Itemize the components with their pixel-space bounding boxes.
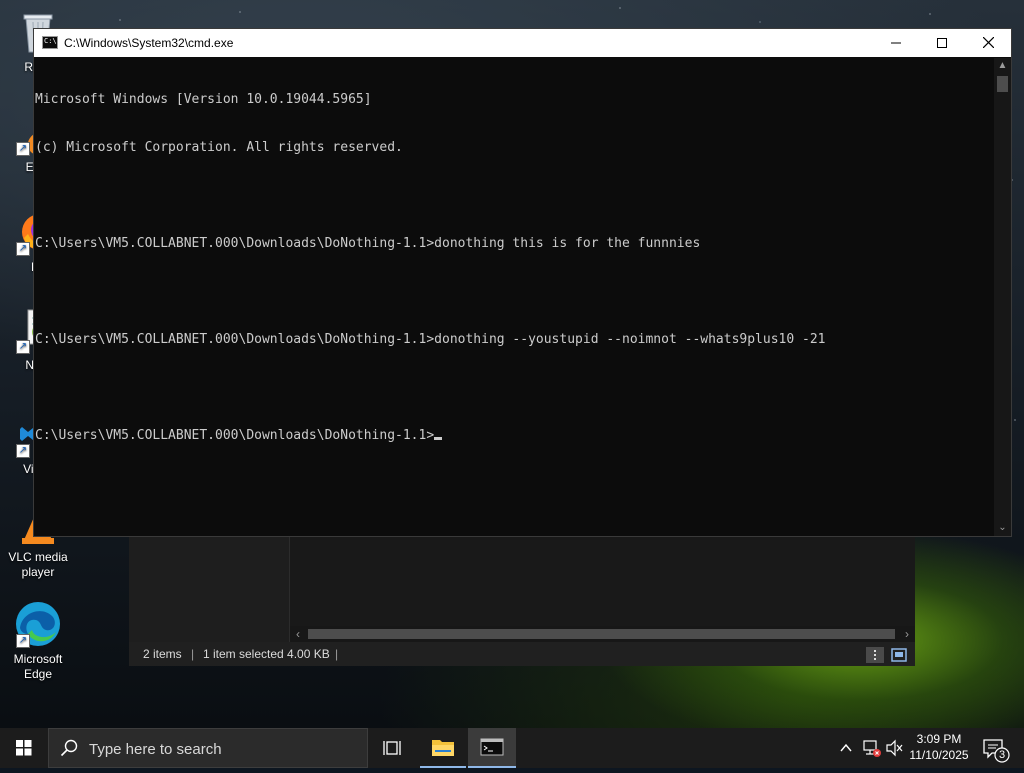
scroll-up-icon[interactable]: ▲ [994,58,1011,74]
close-button[interactable] [965,29,1011,57]
edge-icon: ↗ [14,600,62,648]
status-item-count: 2 items [143,647,182,661]
explorer-navigation-pane[interactable] [129,536,290,642]
shortcut-arrow-icon: ↗ [16,340,30,354]
console-line: (c) Microsoft Corporation. All rights re… [35,140,403,155]
scroll-left-icon[interactable]: ‹ [290,626,306,642]
clock-time: 3:09 PM [916,732,962,746]
explorer-status-bar: 2 items | 1 item selected 4.00 KB | [129,642,915,666]
status-separator: | [335,647,339,661]
console-line: C:\Users\VM5.COLLABNET.000\Downloads\DoN… [35,332,826,347]
status-separator: | [191,647,195,661]
action-center-button[interactable]: 3 [978,728,1020,768]
minimize-icon [891,42,901,44]
clock-date: 11/10/2025 [909,748,969,762]
scroll-down-icon[interactable]: ⌄ [994,520,1011,536]
task-view-icon [383,741,401,755]
network-disconnected-icon [863,740,881,757]
large-icons-view-button[interactable] [890,647,908,663]
maximize-button[interactable] [919,29,965,57]
scrollbar-thumb[interactable] [308,629,895,639]
scrollbar-thumb[interactable] [997,76,1008,92]
desktop-icon-label: Microsoft [13,652,63,666]
console-line: C:\Users\VM5.COLLABNET.000\Downloads\DoN… [35,236,701,251]
windows-logo-icon [16,740,32,756]
taskbar: 3:09 PM 11/10/2025 3 [0,728,1024,771]
search-input[interactable] [87,729,361,769]
desktop-icon-label: player [21,565,55,579]
text-cursor [434,437,443,440]
taskbar-search-box[interactable] [48,728,368,769]
explorer-file-list[interactable] [290,536,915,626]
shortcut-arrow-icon: ↗ [16,242,30,256]
console-vertical-scrollbar[interactable]: ▲ ⌄ [994,58,1011,536]
desktop-icon-label: Edge [23,667,53,681]
minimize-button[interactable] [873,29,919,57]
cmd-window[interactable]: C:\ C:\Windows\System32\cmd.exe Microsof… [33,28,1012,537]
volume-muted-icon [886,739,903,757]
console-prompt: C:\Users\VM5.COLLABNET.000\Downloads\DoN… [35,428,435,443]
details-view-button[interactable] [866,647,884,663]
cmd-title-bar[interactable]: C:\ C:\Windows\System32\cmd.exe [34,29,1011,57]
console-output[interactable]: Microsoft Windows [Version 10.0.19044.59… [34,58,997,536]
explorer-horizontal-scrollbar[interactable]: ‹ › [290,626,915,642]
window-title: C:\Windows\System32\cmd.exe [64,36,234,50]
show-hidden-icons-button[interactable] [836,728,856,768]
shortcut-arrow-icon: ↗ [16,444,30,458]
taskbar-file-explorer-button[interactable] [420,728,466,768]
maximize-icon [937,38,947,48]
console-prompt-line[interactable]: C:\Users\VM5.COLLABNET.000\Downloads\DoN… [35,428,997,444]
start-button[interactable] [0,728,48,768]
task-view-button[interactable] [370,728,416,768]
large-icons-view-icon [891,648,907,662]
file-explorer-window: ‹ › 2 items | 1 item selected 4.00 KB | [129,536,915,666]
terminal-icon [480,738,504,756]
shortcut-arrow-icon: ↗ [16,634,30,648]
taskbar-cmd-button[interactable] [468,728,516,768]
scroll-right-icon[interactable]: › [899,626,915,642]
shortcut-arrow-icon: ↗ [16,142,30,156]
details-view-icon [874,650,876,660]
desktop-icon-label: VLC media [8,550,68,564]
notification-count-badge: 3 [998,749,1006,761]
console-line: Microsoft Windows [Version 10.0.19044.59… [35,92,372,107]
chevron-up-icon [840,743,852,752]
taskbar-clock[interactable]: 3:09 PM 11/10/2025 [904,728,974,771]
cmd-app-icon[interactable]: C:\ [42,36,58,49]
desktop-icon-microsoft-edge[interactable]: ↗ Microsoft Edge [0,600,76,682]
search-icon [60,739,78,757]
status-selection: 1 item selected 4.00 KB [203,647,330,661]
folder-icon [432,740,454,756]
volume-button[interactable] [884,728,904,768]
network-status-button[interactable] [860,728,882,768]
close-icon [982,36,994,49]
